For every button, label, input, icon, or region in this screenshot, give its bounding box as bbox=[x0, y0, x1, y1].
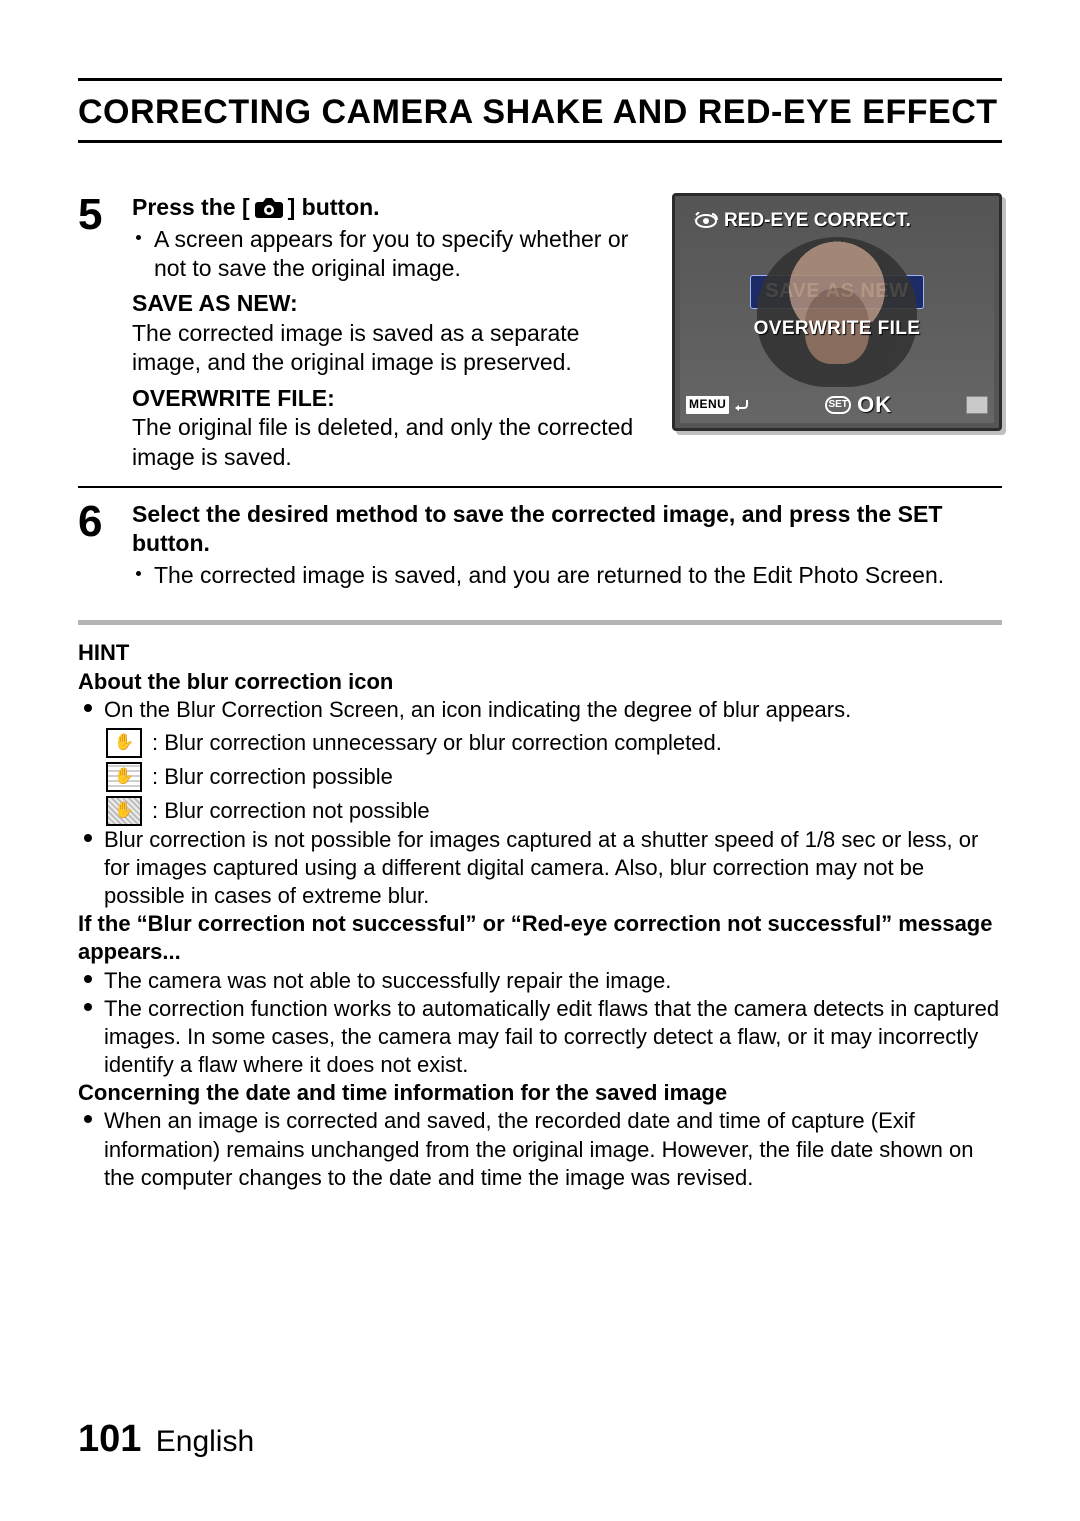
hint-sub-3: Concerning the date and time information… bbox=[78, 1079, 1002, 1107]
overwrite-body: The original file is deleted, and only t… bbox=[132, 413, 652, 472]
lcd-title: RED-EYE CORRECT. bbox=[724, 209, 911, 233]
title-underline bbox=[78, 140, 1002, 143]
hint-sub-2: If the “Blur correction not successful” … bbox=[78, 910, 1002, 966]
top-rule bbox=[78, 78, 1002, 81]
blur-icon-row-2: ✋ : Blur correction possible bbox=[106, 762, 1002, 792]
hint-bullet-3: The camera was not able to successfully … bbox=[82, 967, 1002, 995]
lcd-gray-chip bbox=[966, 396, 988, 414]
page-title: CORRECTING CAMERA SHAKE AND RED-EYE EFFE… bbox=[78, 93, 1002, 132]
step-6: 6 Select the desired method to save the … bbox=[78, 488, 1002, 604]
blur-icon-possible: ✋ bbox=[106, 762, 142, 792]
return-icon bbox=[733, 398, 751, 412]
blur-icon-not-possible: ✋ bbox=[106, 796, 142, 826]
lcd-ok-text: OK bbox=[857, 391, 892, 419]
step-5-bullet: A screen appears for you to specify whet… bbox=[132, 225, 652, 284]
hint-bullet-2: Blur correction is not possible for imag… bbox=[82, 826, 1002, 910]
hint-title: HINT bbox=[78, 639, 1002, 667]
page-number: 101 bbox=[78, 1418, 141, 1460]
step-5-head-pre: Press the [ bbox=[132, 193, 250, 222]
lcd-illustration: RED-EYE CORRECT. SAVE AS NEW OVERWRITE F… bbox=[672, 193, 1002, 472]
lcd-set-oval: SET bbox=[825, 396, 851, 414]
lcd-ok-chip: SET OK bbox=[825, 391, 892, 419]
lcd-option-overwrite: OVERWRITE FILE bbox=[690, 317, 984, 341]
lcd-menu-label: MENU bbox=[686, 396, 729, 413]
blur-icon-2-desc: : Blur correction possible bbox=[152, 763, 393, 791]
camera-icon bbox=[254, 197, 284, 219]
hint-rule bbox=[78, 620, 1002, 625]
step-5-heading: Press the [ ] button. bbox=[132, 193, 652, 222]
page-footer: 101 English bbox=[78, 1418, 254, 1461]
blur-icon-1-desc: : Blur correction unnecessary or blur co… bbox=[152, 729, 722, 757]
lcd-menu-chip: MENU bbox=[686, 396, 751, 413]
lcd-title-row: RED-EYE CORRECT. bbox=[690, 209, 984, 233]
hint-bullet-4: The correction function works to automat… bbox=[82, 995, 1002, 1079]
save-as-new-head: SAVE AS NEW: bbox=[132, 289, 652, 318]
hint-sub-1: About the blur correction icon bbox=[78, 668, 1002, 696]
portrait-graphic bbox=[757, 237, 917, 387]
step-6-bullet: The corrected image is saved, and you ar… bbox=[132, 561, 1002, 590]
blur-icon-row-3: ✋ : Blur correction not possible bbox=[106, 796, 1002, 826]
overwrite-head: OVERWRITE FILE: bbox=[132, 384, 652, 413]
steps-block: 5 Press the [ ] button. bbox=[78, 181, 1002, 604]
blur-icon-row-1: ✋ : Blur correction unnecessary or blur … bbox=[106, 728, 1002, 758]
save-as-new-body: The corrected image is saved as a separa… bbox=[132, 319, 652, 378]
page-language: English bbox=[156, 1425, 254, 1458]
step-5: 5 Press the [ ] button. bbox=[78, 181, 1002, 486]
blur-icon-3-desc: : Blur correction not possible bbox=[152, 797, 430, 825]
step-6-heading: Select the desired method to save the co… bbox=[132, 500, 1002, 559]
hint-bullet-5: When an image is corrected and saved, th… bbox=[82, 1107, 1002, 1191]
hint-block: HINT About the blur correction icon On t… bbox=[78, 639, 1002, 1192]
step-5-number: 5 bbox=[78, 193, 114, 237]
hint-bullet-1: On the Blur Correction Screen, an icon i… bbox=[82, 696, 1002, 724]
step-5-text: Press the [ ] button. A screen appears f… bbox=[132, 193, 652, 472]
step-6-number: 6 bbox=[78, 500, 114, 544]
blur-icon-none: ✋ bbox=[106, 728, 142, 758]
red-eye-icon bbox=[694, 212, 718, 230]
step-5-head-post: ] button. bbox=[288, 193, 380, 222]
